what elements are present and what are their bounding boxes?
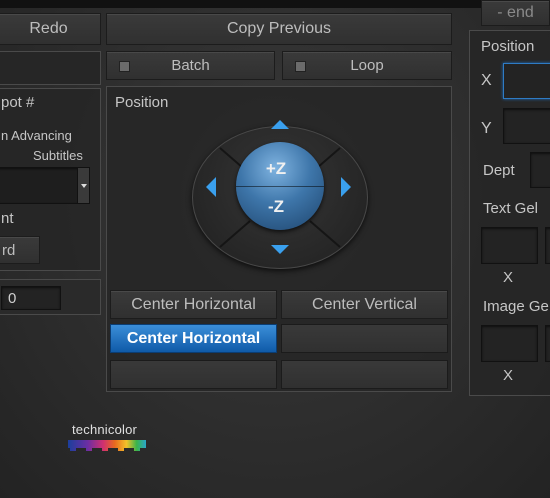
left-options-panel: pot # n Advancing Subtitles nt rd	[0, 88, 101, 271]
arrow-right-icon[interactable]	[338, 176, 354, 198]
empty-button-2[interactable]	[110, 360, 277, 389]
position-title: Position	[115, 94, 169, 111]
x-label: X	[481, 72, 492, 89]
right-position-label: Position	[481, 38, 535, 55]
batch-checkbox[interactable]	[119, 61, 130, 72]
y-label: Y	[481, 120, 492, 137]
batch-label: Batch	[171, 57, 210, 74]
text-geometry-y-field[interactable]	[545, 227, 550, 264]
chevron-down-icon[interactable]	[77, 168, 89, 203]
empty-button-1[interactable]	[281, 324, 448, 353]
value-field[interactable]: 0	[1, 286, 61, 310]
image-geometry-x-label: X	[503, 367, 514, 384]
left-top-field[interactable]	[0, 51, 101, 85]
advancing-label-1: n Advancing	[1, 128, 72, 143]
image-geometry-label: Image Ge	[483, 298, 549, 315]
end-button[interactable]: - end	[481, 0, 550, 26]
technicolor-logo-text: technicolor	[72, 422, 138, 437]
left-value-panel: 0	[0, 279, 101, 315]
x-position-field[interactable]	[503, 63, 550, 99]
depth-field[interactable]	[530, 152, 550, 188]
minus-z-button[interactable]: -Z	[232, 197, 320, 217]
arrow-down-icon[interactable]	[268, 243, 292, 257]
loop-label: Loop	[350, 57, 384, 74]
top-strip	[0, 0, 550, 8]
spot-label: pot #	[1, 94, 35, 111]
rd-button[interactable]: rd	[0, 236, 40, 264]
arrow-left-icon[interactable]	[203, 176, 219, 198]
center-horizontal-selected-label: Center Horizontal	[126, 329, 261, 347]
image-geometry-x-field[interactable]	[481, 325, 538, 362]
plus-z-button[interactable]: +Z	[232, 159, 320, 179]
nt-label: nt	[1, 210, 14, 227]
text-geometry-label: Text Gel	[483, 200, 539, 217]
copy-previous-button[interactable]: Copy Previous	[106, 13, 452, 45]
rd-button-label: rd	[2, 241, 16, 259]
text-geometry-x-field[interactable]	[481, 227, 538, 264]
center-horizontal-label: Center Horizontal	[131, 295, 256, 313]
empty-button-3[interactable]	[281, 360, 448, 389]
batch-toggle[interactable]: Batch	[106, 51, 275, 80]
subtitle-dropdown[interactable]	[0, 167, 90, 204]
center-vertical-button[interactable]: Center Vertical	[281, 290, 448, 319]
image-geometry-y-field[interactable]	[545, 325, 550, 362]
loop-toggle[interactable]: Loop	[282, 51, 452, 80]
center-vertical-label: Center Vertical	[312, 295, 417, 313]
redo-label: Redo	[29, 20, 68, 37]
y-position-field[interactable]	[503, 108, 550, 144]
center-horizontal-selected-button[interactable]: Center Horizontal	[110, 324, 277, 353]
technicolor-logo-bar	[68, 440, 146, 451]
z-divider	[236, 186, 324, 187]
center-horizontal-button[interactable]: Center Horizontal	[110, 290, 277, 319]
advancing-label-2: Subtitles	[33, 148, 83, 163]
copy-previous-label: Copy Previous	[226, 20, 332, 37]
text-geometry-x-label: X	[503, 269, 514, 286]
end-label: - end	[497, 4, 534, 21]
loop-checkbox[interactable]	[295, 61, 306, 72]
arrow-up-icon[interactable]	[268, 117, 292, 131]
redo-button[interactable]: Redo	[0, 13, 101, 45]
depth-label: Dept	[483, 162, 515, 179]
